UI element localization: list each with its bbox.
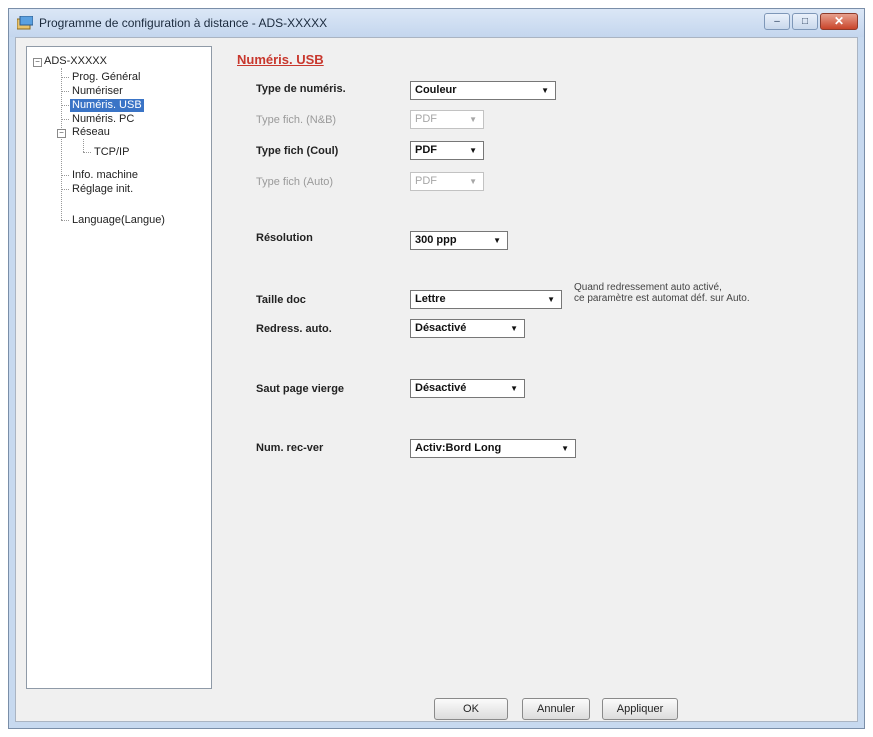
- chevron-down-icon: ▼: [561, 444, 569, 453]
- file-type-bw-dropdown[interactable]: PDF ▼: [410, 110, 484, 129]
- tree-item-tcpip[interactable]: TCP/IP: [92, 146, 131, 159]
- duplex-scan-dropdown[interactable]: Activ:Bord Long ▼: [410, 439, 576, 458]
- chevron-down-icon: ▼: [469, 177, 477, 186]
- tree-root[interactable]: ADS-XXXXX: [42, 55, 109, 68]
- title-bar: Programme de configuration à distance - …: [9, 9, 864, 37]
- tree-item-reseau[interactable]: Réseau: [70, 126, 112, 139]
- chevron-down-icon: ▼: [469, 115, 477, 124]
- resolution-dropdown[interactable]: 300 ppp ▼: [410, 231, 508, 250]
- chevron-down-icon: ▼: [493, 236, 501, 245]
- app-window: Programme de configuration à distance - …: [8, 8, 865, 729]
- tree-item-reglage-init[interactable]: Réglage init.: [70, 183, 135, 196]
- auto-deskew-label: Redress. auto.: [256, 323, 332, 335]
- ok-button[interactable]: OK: [434, 698, 508, 720]
- close-button[interactable]: ✕: [820, 13, 858, 30]
- file-type-color-dropdown[interactable]: PDF ▼: [410, 141, 484, 160]
- chevron-down-icon: ▼: [541, 86, 549, 95]
- settings-tree: − ADS-XXXXX Prog. Général Numériser Numé…: [26, 46, 212, 689]
- tree-item-info-machine[interactable]: Info. machine: [70, 169, 140, 182]
- file-type-color-label: Type fich (Coul): [256, 145, 339, 157]
- maximize-button[interactable]: □: [792, 13, 818, 30]
- doc-size-dropdown[interactable]: Lettre ▼: [410, 290, 562, 309]
- scan-type-dropdown[interactable]: Couleur ▼: [410, 81, 556, 100]
- file-type-auto-label: Type fich (Auto): [256, 176, 334, 188]
- cancel-button[interactable]: Annuler: [522, 698, 590, 720]
- skip-blank-page-dropdown[interactable]: Désactivé ▼: [410, 379, 525, 398]
- tree-item-numeris-pc[interactable]: Numéris. PC: [70, 113, 136, 126]
- window-title: Programme de configuration à distance - …: [39, 16, 328, 30]
- tree-item-numeris-usb[interactable]: Numéris. USB: [70, 99, 144, 112]
- collapse-icon[interactable]: −: [33, 58, 42, 67]
- chevron-down-icon: ▼: [469, 146, 477, 155]
- duplex-scan-label: Num. rec-ver: [256, 442, 324, 454]
- tree-item-numeriser[interactable]: Numériser: [70, 85, 125, 98]
- skip-blank-page-label: Saut page vierge: [256, 383, 345, 395]
- auto-deskew-note: Quand redressement auto activé, ce param…: [574, 282, 750, 304]
- chevron-down-icon: ▼: [510, 384, 518, 393]
- file-type-auto-dropdown[interactable]: PDF ▼: [410, 172, 484, 191]
- minimize-button[interactable]: –: [764, 13, 790, 30]
- tree-item-prog-general[interactable]: Prog. Général: [70, 71, 142, 84]
- apply-button[interactable]: Appliquer: [602, 698, 678, 720]
- auto-deskew-dropdown[interactable]: Désactivé ▼: [410, 319, 525, 338]
- dialog-client: − ADS-XXXXX Prog. Général Numériser Numé…: [15, 37, 858, 722]
- collapse-icon[interactable]: −: [57, 129, 66, 138]
- app-icon: [17, 16, 33, 30]
- chevron-down-icon: ▼: [510, 324, 518, 333]
- doc-size-label: Taille doc: [256, 294, 306, 306]
- scan-type-label: Type de numéris.: [256, 83, 346, 95]
- panel-title: Numéris. USB: [237, 52, 324, 67]
- resolution-label: Résolution: [256, 232, 313, 244]
- file-type-bw-label: Type fich. (N&B): [256, 114, 337, 126]
- tree-item-language[interactable]: Language(Langue): [70, 214, 167, 227]
- chevron-down-icon: ▼: [547, 295, 555, 304]
